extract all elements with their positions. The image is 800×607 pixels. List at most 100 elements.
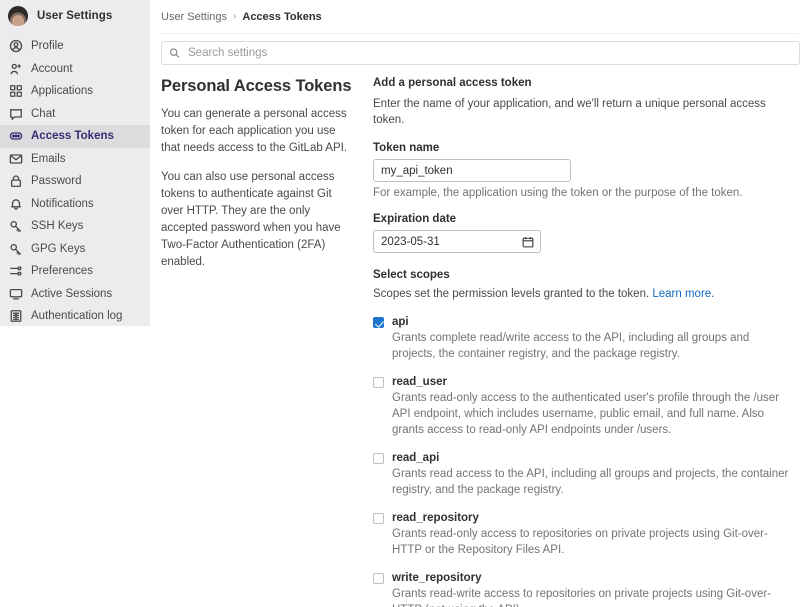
sidebar-item-ssh-keys[interactable]: SSH Keys [0, 215, 150, 238]
sidebar-item-notifications[interactable]: Notifications [0, 193, 150, 216]
scope-checkbox-write_repository[interactable] [373, 573, 384, 584]
sidebar-header: User Settings [0, 0, 150, 32]
active-sessions-icon [9, 287, 23, 301]
chat-icon [9, 107, 23, 121]
scope-body: apiGrants complete read/write access to … [392, 315, 795, 362]
sidebar-item-account[interactable]: Account [0, 58, 150, 81]
notifications-icon [9, 197, 23, 211]
main-content: User Settings › Access Tokens Personal A… [150, 0, 800, 607]
scope-description: Grants read access to the API, including… [392, 466, 795, 498]
search-settings-container [150, 33, 800, 65]
sidebar-item-preferences[interactable]: Preferences [0, 260, 150, 283]
sidebar-item-label: Authentication log [31, 310, 122, 322]
breadcrumb-current: Access Tokens [242, 11, 321, 23]
sidebar-item-label: Emails [31, 153, 66, 165]
form-description: Enter the name of your application, and … [373, 96, 795, 128]
info-paragraph-1: You can generate a personal access token… [161, 106, 356, 157]
access-tokens-icon [9, 129, 23, 143]
sidebar-item-label: Active Sessions [31, 288, 112, 300]
sidebar: User Settings Profile Account Applications… [0, 0, 150, 326]
search-box[interactable] [161, 41, 800, 65]
form-heading: Add a personal access token [373, 77, 795, 89]
emails-icon [9, 152, 23, 166]
sidebar-item-password[interactable]: Password [0, 170, 150, 193]
scope-checkbox-read_user[interactable] [373, 377, 384, 388]
breadcrumb-separator-icon: › [233, 11, 236, 22]
sidebar-item-chat[interactable]: Chat [0, 103, 150, 126]
scope-checkbox-read_api[interactable] [373, 453, 384, 464]
scope-row-api: apiGrants complete read/write access to … [373, 315, 795, 362]
profile-icon [9, 39, 23, 53]
search-input[interactable] [186, 46, 799, 60]
sidebar-item-label: Password [31, 175, 82, 187]
scopes-description: Scopes set the permission levels granted… [373, 286, 795, 302]
scope-checkbox-api[interactable] [373, 317, 384, 328]
token-form-column: Add a personal access token Enter the na… [373, 77, 795, 607]
authentication-log-icon [9, 309, 23, 323]
learn-more-link[interactable]: Learn more. [652, 288, 714, 300]
sidebar-item-applications[interactable]: Applications [0, 80, 150, 103]
sidebar-item-label: Account [31, 63, 73, 75]
info-paragraph-2: You can also use personal access tokens … [161, 169, 356, 271]
scope-description: Grants complete read/write access to the… [392, 330, 795, 362]
token-name-label: Token name [373, 142, 795, 154]
scope-row-write_repository: write_repositoryGrants read-write access… [373, 571, 795, 607]
sidebar-item-emails[interactable]: Emails [0, 148, 150, 171]
expiration-date-input[interactable] [373, 230, 541, 253]
scope-body: write_repositoryGrants read-write access… [392, 571, 795, 607]
scope-body: read_userGrants read-only access to the … [392, 375, 795, 438]
select-scopes-label: Select scopes [373, 269, 795, 281]
breadcrumb-divider [160, 33, 798, 34]
password-icon [9, 174, 23, 188]
sidebar-nav: Profile Account Applications Chat Access Tok… [0, 35, 150, 328]
info-column: Personal Access Tokens You can generate … [161, 77, 373, 607]
user-settings-page: User Settings Profile Account Applications… [0, 0, 800, 607]
scope-name[interactable]: api [392, 315, 795, 329]
scopes-description-text: Scopes set the permission levels granted… [373, 288, 649, 300]
scope-description: Grants read-write access to repositories… [392, 586, 795, 607]
scope-row-read_api: read_apiGrants read access to the API, i… [373, 451, 795, 498]
sidebar-item-active-sessions[interactable]: Active Sessions [0, 283, 150, 306]
sidebar-item-gpg-keys[interactable]: GPG Keys [0, 238, 150, 261]
breadcrumb: User Settings › Access Tokens [150, 0, 800, 33]
settings-body: Personal Access Tokens You can generate … [150, 65, 800, 607]
gpg-keys-icon [9, 242, 23, 256]
scope-row-read_repository: read_repositoryGrants read-only access t… [373, 511, 795, 558]
user-avatar[interactable] [8, 6, 28, 26]
sidebar-item-label: Notifications [31, 198, 94, 210]
scope-row-read_user: read_userGrants read-only access to the … [373, 375, 795, 438]
sidebar-item-access-tokens[interactable]: Access Tokens [0, 125, 150, 148]
ssh-keys-icon [9, 219, 23, 233]
expiration-date-label: Expiration date [373, 213, 795, 225]
sidebar-item-authentication-log[interactable]: Authentication log [0, 305, 150, 328]
search-icon [169, 48, 180, 59]
scope-description: Grants read-only access to repositories … [392, 526, 795, 558]
sidebar-item-label: Preferences [31, 265, 93, 277]
scope-name[interactable]: read_user [392, 375, 795, 389]
token-name-input[interactable] [373, 159, 571, 182]
token-name-hint: For example, the application using the t… [373, 187, 795, 199]
scope-body: read_apiGrants read access to the API, i… [392, 451, 795, 498]
sidebar-item-label: SSH Keys [31, 220, 83, 232]
sidebar-item-label: Access Tokens [31, 130, 114, 142]
applications-icon [9, 84, 23, 98]
sidebar-title: User Settings [37, 10, 112, 22]
scope-body: read_repositoryGrants read-only access t… [392, 511, 795, 558]
expiration-date-field [373, 230, 541, 253]
scope-description: Grants read-only access to the authentic… [392, 390, 795, 438]
sidebar-item-label: Chat [31, 108, 55, 120]
scope-name[interactable]: write_repository [392, 571, 795, 585]
sidebar-item-label: GPG Keys [31, 243, 85, 255]
scope-name[interactable]: read_repository [392, 511, 795, 525]
scopes-list: apiGrants complete read/write access to … [373, 315, 795, 607]
scope-name[interactable]: read_api [392, 451, 795, 465]
sidebar-item-label: Profile [31, 40, 64, 52]
breadcrumb-root[interactable]: User Settings [161, 11, 227, 23]
sidebar-item-profile[interactable]: Profile [0, 35, 150, 58]
preferences-icon [9, 264, 23, 278]
scope-checkbox-read_repository[interactable] [373, 513, 384, 524]
sidebar-item-label: Applications [31, 85, 93, 97]
page-title: Personal Access Tokens [161, 77, 356, 96]
account-icon [9, 62, 23, 76]
calendar-icon[interactable] [522, 236, 534, 248]
